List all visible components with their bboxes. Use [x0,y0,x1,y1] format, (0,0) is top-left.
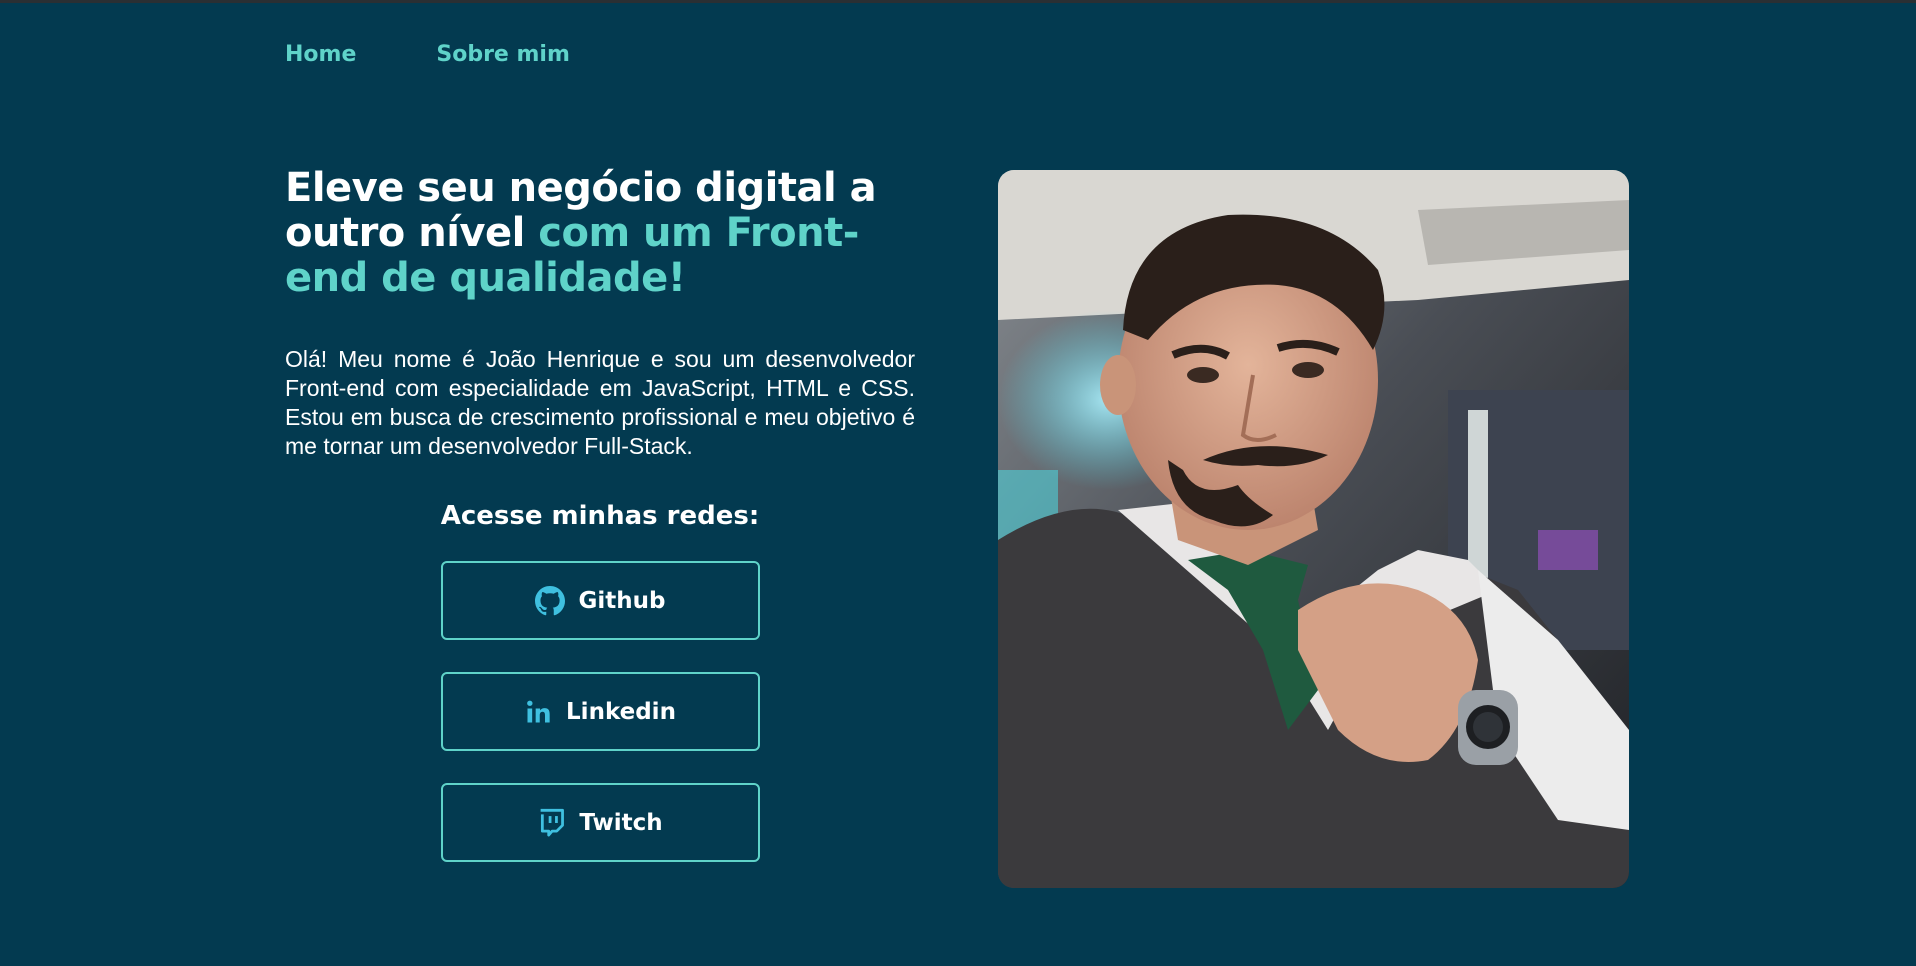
twitch-button[interactable]: Twitch [440,783,760,862]
profile-photo [998,170,1629,888]
github-icon [534,585,565,616]
intro-paragraph: Olá! Meu nome é João Henrique e sou um d… [285,346,915,459]
github-label: Github [578,587,666,614]
linkedin-icon [524,698,552,726]
linkedin-label: Linkedin [566,698,676,725]
hero-headline: Eleve seu negócio digital a outro nível … [285,166,915,301]
github-button[interactable]: Github [440,561,760,640]
twitch-label: Twitch [579,809,663,836]
nav-link-home[interactable]: Home [285,42,356,67]
social-title: Acesse minhas redes: [440,501,760,531]
linkedin-button[interactable]: Linkedin [440,672,760,751]
twitch-icon [537,808,565,838]
main-nav: Home Sobre mim [285,42,570,67]
browser-top-strip [0,0,1916,3]
social-buttons: Github Linkedin Twitch [285,561,915,862]
nav-link-about[interactable]: Sobre mim [436,42,570,67]
hero-section: Eleve seu negócio digital a outro nível … [285,166,915,862]
